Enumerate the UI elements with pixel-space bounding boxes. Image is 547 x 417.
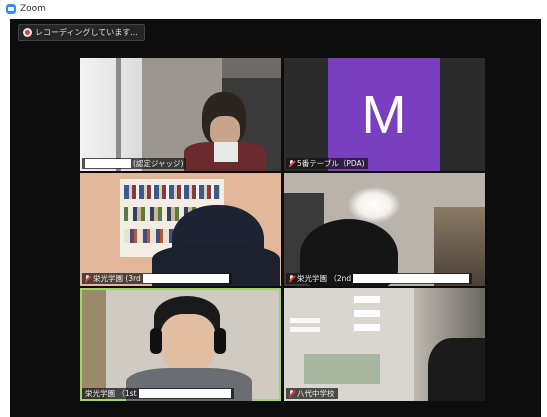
muted-mic-icon [289,274,294,283]
wall-left [82,290,106,399]
muted-mic-icon [85,274,90,283]
ceiling-light [348,187,400,223]
muted-mic-icon [289,389,294,398]
headphones-icon [214,328,226,354]
participant-name: 栄光学園 (3rd [93,274,141,283]
muted-mic-icon [289,159,294,168]
window-light [80,58,142,171]
name-redaction [353,274,470,283]
zoom-logo-icon [6,4,16,14]
name-redaction [142,274,229,283]
books-row [124,185,220,199]
participant-name: 栄光学園 （1st [85,389,137,398]
participant-tile-table5[interactable]: M 5番テーブル（PDA) [284,58,485,171]
participant-name-label: 5番テーブル（PDA) [286,158,368,169]
gallery-view: レコーディングしています... (認定ジャッジ) M 5番テーブル（PDA) 栄… [10,19,541,417]
participant-tile-1st-active-speaker[interactable]: 栄光学園 （1st [80,288,281,401]
participant-name: (認定ジャッジ) [133,159,184,168]
participant-name-label: 栄光学園 （2nd [286,273,473,284]
ceiling-lights [354,296,380,338]
person-collar [214,142,238,162]
participant-tile-2nd[interactable]: 栄光学園 （2nd [284,173,485,286]
participant-name: 八代中学校 [297,389,335,398]
participant-name-label: 栄光学園 (3rd [82,273,232,284]
participant-name-label: 八代中学校 [286,388,338,399]
participant-name-label: 栄光学園 （1st [82,388,234,399]
name-redaction [138,389,231,398]
avatar-letter: M [361,84,407,145]
person-shoulder [428,338,485,401]
participant-tile-judge[interactable]: (認定ジャッジ) [80,58,281,171]
participant-name-label: (認定ジャッジ) [82,158,187,169]
person-face [160,314,216,372]
participant-tile-yatsushiro[interactable]: 八代中学校 [284,288,485,401]
avatar: M [328,58,440,171]
window-strip [304,354,380,384]
window-title-bar: Zoom [0,0,547,19]
recording-status-text: レコーディングしています... [35,28,138,37]
participant-name: 栄光学園 （2nd [297,274,352,283]
ceiling-lights [290,318,320,336]
participant-name: 5番テーブル（PDA) [297,159,365,168]
participant-tile-3rd[interactable]: 栄光学園 (3rd [80,173,281,286]
cloud-record-icon [23,28,32,37]
window-frame [116,58,121,171]
window-title: Zoom [20,4,46,14]
headphones-icon [150,328,162,354]
recording-indicator[interactable]: レコーディングしています... [18,24,145,41]
name-redaction [85,159,131,168]
